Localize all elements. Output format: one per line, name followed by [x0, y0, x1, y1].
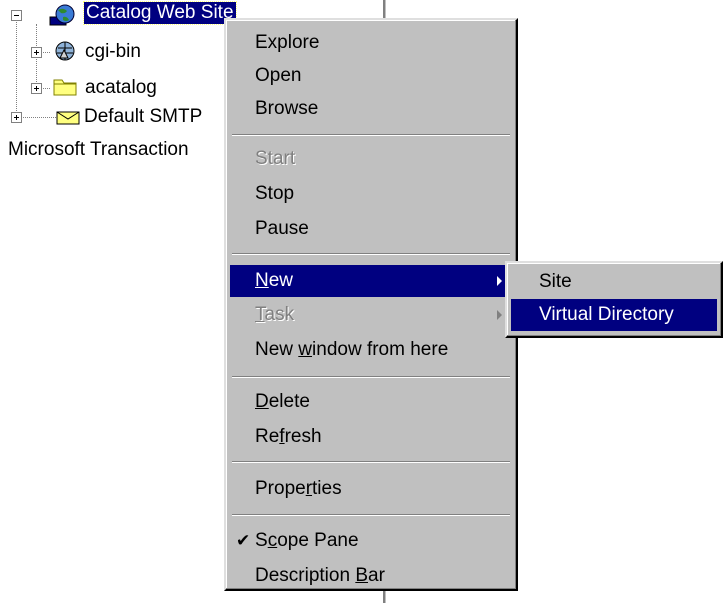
menu-separator: [232, 514, 510, 516]
web-folder-icon: [55, 41, 75, 61]
menu-item-stop[interactable]: Stop: [230, 178, 512, 210]
submenu-item-virtual-directory[interactable]: Virtual Directory: [511, 299, 717, 331]
menu-separator: [232, 376, 510, 378]
submenu-item-site[interactable]: Site: [511, 266, 717, 298]
checkmark-icon: ✔: [236, 531, 251, 550]
smtp-envelope-icon: [56, 111, 80, 125]
menu-item-explore[interactable]: Explore: [230, 27, 512, 59]
menu-item-scope-pane[interactable]: ✔ Scope Pane: [230, 525, 512, 557]
menu-item-open[interactable]: Open: [230, 60, 512, 92]
menu-item-refresh[interactable]: Refresh: [230, 421, 512, 453]
expand-icon[interactable]: [31, 83, 42, 94]
submenu-arrow-icon: [497, 276, 502, 286]
menu-item-delete[interactable]: Delete: [230, 386, 512, 418]
menu-separator: [232, 253, 510, 255]
menu-item-properties[interactable]: Properties: [230, 473, 512, 505]
menu-separator: [232, 134, 510, 136]
tree-node-cgi-bin[interactable]: cgi-bin: [83, 41, 143, 63]
folder-icon: [53, 79, 77, 96]
menu-item-task: Task: [230, 299, 512, 331]
submenu-new: Site Virtual Directory: [505, 261, 723, 338]
tree-node-default-smtp[interactable]: Default SMTP: [82, 106, 204, 128]
menu-item-start: Start: [255, 148, 296, 169]
globe-icon: [49, 4, 75, 26]
menu-item-new[interactable]: New: [230, 265, 512, 297]
tree-connector: [16, 117, 56, 118]
collapse-icon[interactable]: [11, 10, 22, 21]
tree-node-catalog-web-site[interactable]: Catalog Web Site: [83, 1, 237, 25]
submenu-arrow-icon: [497, 310, 502, 320]
menu-item-new-window-from-here[interactable]: New window from here: [230, 334, 512, 366]
menu-item-pause[interactable]: Pause: [230, 213, 512, 245]
menu-item-description-bar[interactable]: Description Bar: [230, 560, 512, 592]
menu-item-browse[interactable]: Browse: [230, 93, 512, 125]
context-menu: Explore Open Browse Start Stop Pause New…: [224, 18, 518, 591]
tree-node-acatalog[interactable]: acatalog: [83, 77, 159, 99]
tree-node-microsoft-transaction[interactable]: Microsoft Transaction: [6, 139, 191, 161]
expand-icon[interactable]: [11, 112, 22, 123]
tree-connector: [16, 16, 17, 119]
menu-separator: [232, 461, 510, 463]
expand-icon[interactable]: [31, 47, 42, 58]
